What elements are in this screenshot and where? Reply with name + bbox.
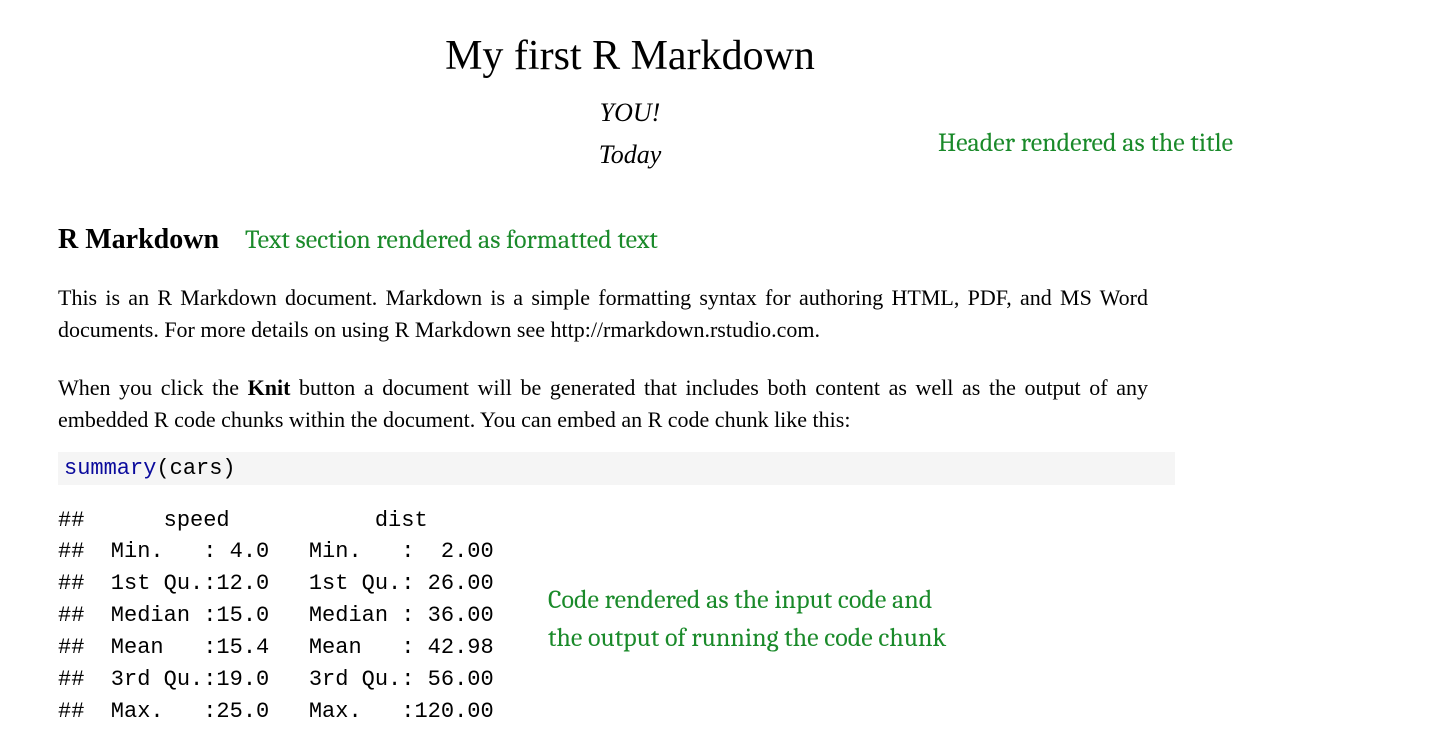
paragraph-2: When you click the Knit button a documen… bbox=[58, 372, 1148, 436]
annotation-header: Header rendered as the title bbox=[938, 128, 1233, 158]
code-keyword: summary bbox=[64, 456, 156, 481]
annotation-code-line2: the output of running the code chunk bbox=[548, 620, 946, 658]
annotation-code: Code rendered as the input code and the … bbox=[548, 582, 946, 657]
code-input-block: summary(cars) bbox=[58, 452, 1175, 485]
document-title: My first R Markdown bbox=[0, 32, 1260, 80]
annotation-code-line1: Code rendered as the input code and bbox=[548, 582, 946, 620]
knit-bold: Knit bbox=[248, 375, 291, 400]
code-args: (cars) bbox=[156, 456, 235, 481]
paragraph-1: This is an R Markdown document. Markdown… bbox=[58, 282, 1148, 346]
annotation-text-section: Text section rendered as formatted text bbox=[245, 225, 658, 255]
section-heading: R Markdown bbox=[58, 224, 219, 256]
section-heading-row: R Markdown Text section rendered as form… bbox=[58, 224, 1435, 256]
paragraph-2-pre: When you click the bbox=[58, 375, 248, 400]
document-author: YOU! bbox=[0, 98, 1260, 128]
